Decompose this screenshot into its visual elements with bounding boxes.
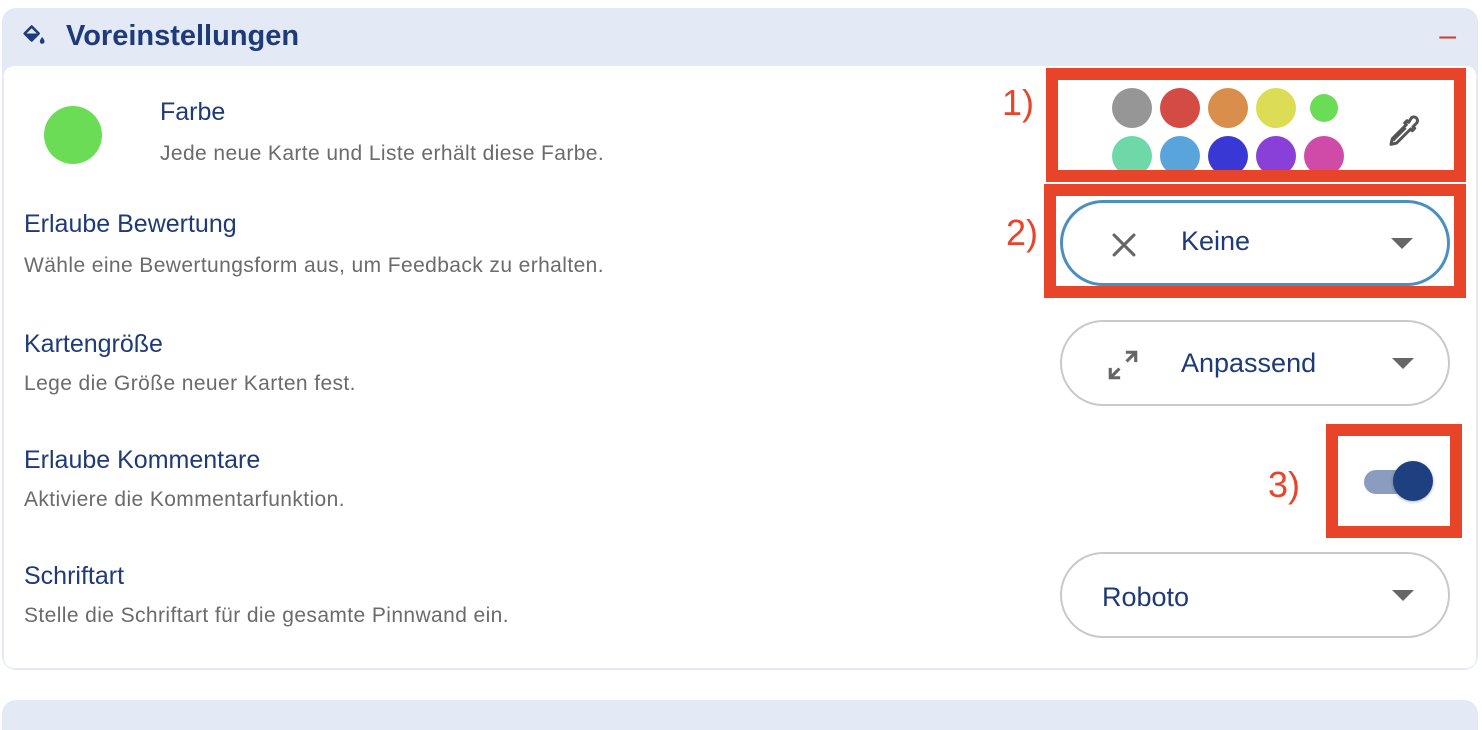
chevron-down-icon <box>1392 590 1414 601</box>
kommentare-title: Erlaube Kommentare <box>24 446 261 474</box>
panel-title: Voreinstellungen <box>66 20 300 52</box>
bewertung-description: Wähle eine Bewertungsform aus, um Feedba… <box>24 254 604 277</box>
schriftart-description: Stelle die Schriftart für die gesamte Pi… <box>24 604 509 627</box>
color-swatch-yellow[interactable] <box>1256 88 1296 128</box>
color-swatch-pink[interactable] <box>1304 136 1344 176</box>
color-swatch-blue[interactable] <box>1208 136 1248 176</box>
expand-icon <box>1108 350 1138 380</box>
panel-header[interactable]: Voreinstellungen – <box>2 8 1478 66</box>
next-panel-header[interactable] <box>2 700 1478 730</box>
chevron-down-icon <box>1391 238 1413 249</box>
bewertung-title: Erlaube Bewertung <box>24 210 237 238</box>
color-swatch-orange[interactable] <box>1208 88 1248 128</box>
schriftart-select[interactable]: Roboto <box>1060 552 1450 638</box>
color-swatch-red[interactable] <box>1160 88 1200 128</box>
annotation-label-2: 2) <box>1006 212 1039 253</box>
bewertung-value: Keine <box>1181 226 1251 256</box>
color-swatch-green-selected[interactable] <box>1310 94 1338 122</box>
chevron-down-icon <box>1392 358 1414 369</box>
collapse-button[interactable]: – <box>1439 18 1456 54</box>
bewertung-select[interactable]: Keine <box>1060 200 1450 286</box>
annotation-label-3: 3) <box>1268 464 1301 505</box>
eyedropper-icon[interactable] <box>1384 112 1424 152</box>
close-icon <box>1112 233 1136 257</box>
preset-color-indicator <box>44 106 102 164</box>
kommentare-description: Aktiviere die Kommentarfunktion. <box>24 488 345 511</box>
farbe-description: Jede neue Karte und Liste erhält diese F… <box>160 142 605 165</box>
paint-bucket-icon <box>23 25 45 44</box>
schriftart-value: Roboto <box>1102 582 1190 612</box>
schriftart-title: Schriftart <box>24 562 125 590</box>
kartengroesse-select[interactable]: Anpassend <box>1060 320 1450 406</box>
kartengroesse-title: Kartengröße <box>24 330 163 358</box>
annotation-label-1: 1) <box>1002 82 1035 123</box>
kartengroesse-description: Lege die Größe neuer Karten fest. <box>24 372 356 395</box>
color-swatch-purple[interactable] <box>1256 136 1296 176</box>
color-swatch-gray[interactable] <box>1112 88 1152 128</box>
kartengroesse-value: Anpassend <box>1181 348 1317 378</box>
color-swatch-mint[interactable] <box>1112 136 1152 176</box>
comments-toggle-knob[interactable] <box>1393 461 1433 501</box>
farbe-title: Farbe <box>160 98 226 126</box>
color-swatch-light-blue[interactable] <box>1160 136 1200 176</box>
